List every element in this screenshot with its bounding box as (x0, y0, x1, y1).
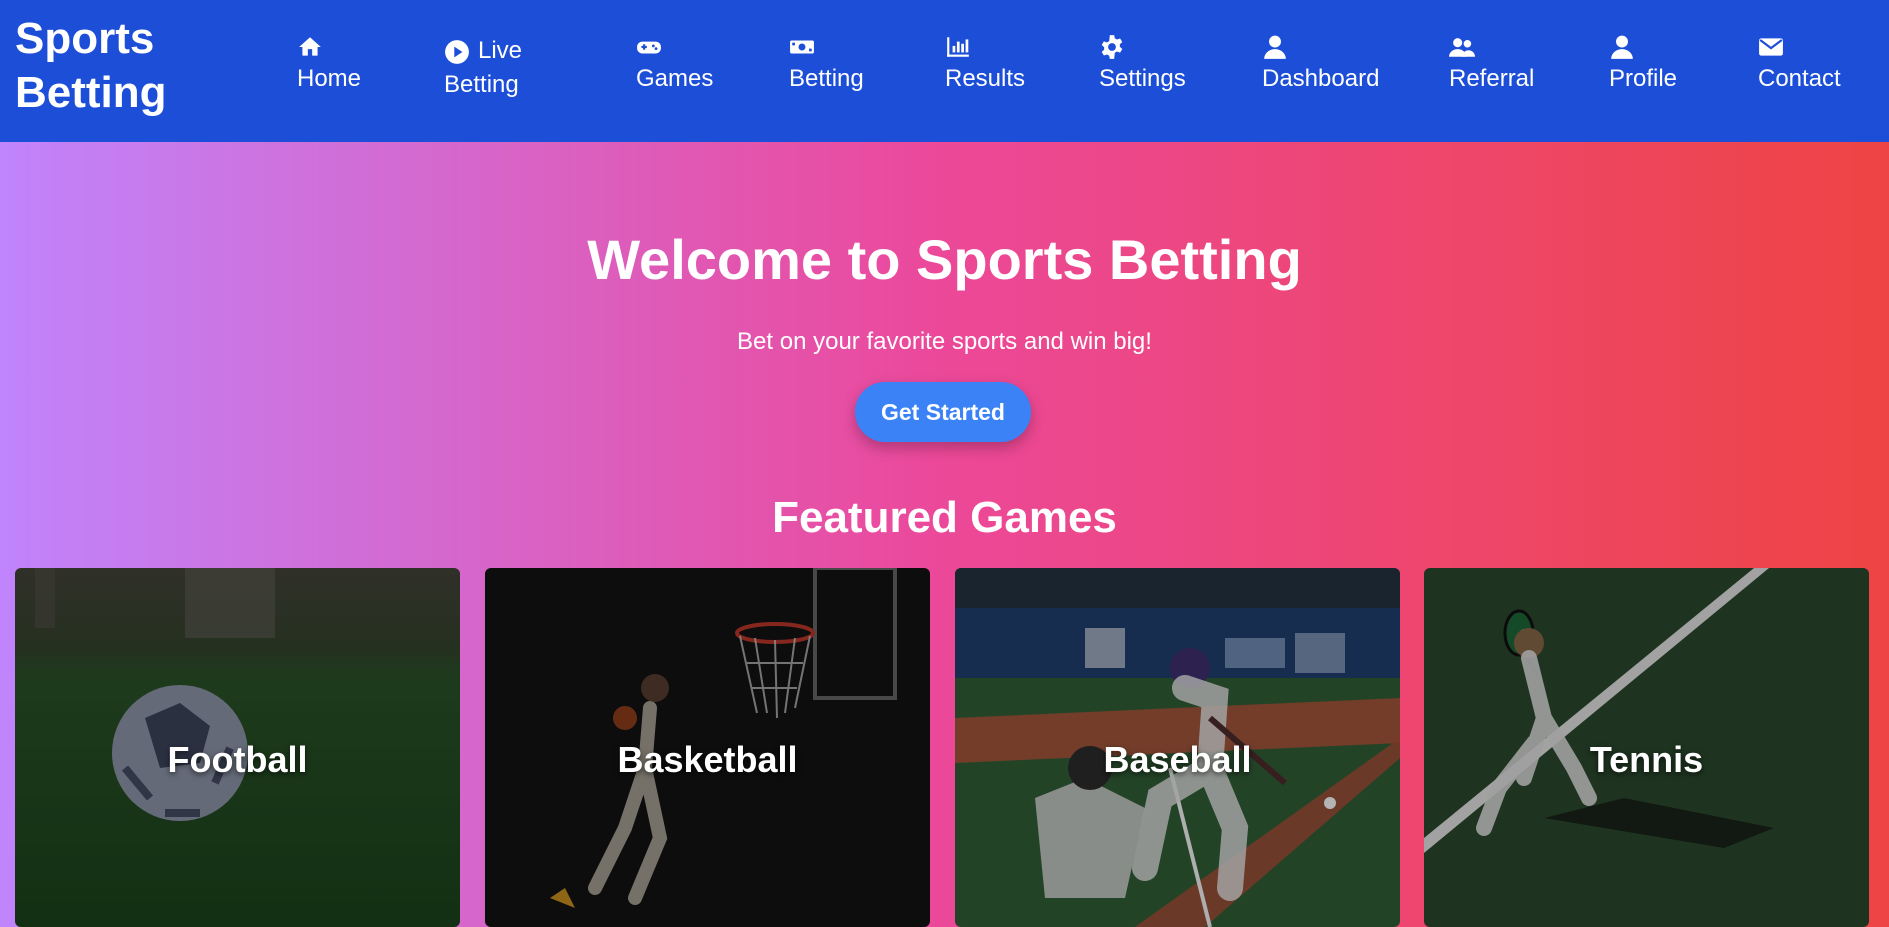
nav-label-referral: Referral (1449, 65, 1535, 92)
nav-label-contact: Contact (1758, 65, 1841, 92)
nav-item-contact[interactable]: Contact (1758, 34, 1841, 96)
card-label-basketball: Basketball (617, 739, 798, 780)
nav-label-live: Live (478, 37, 523, 64)
user-icon (1609, 34, 1635, 60)
play-circle-icon (444, 39, 470, 65)
game-card-baseball[interactable]: Baseball (955, 568, 1400, 927)
nav-item-settings[interactable]: Settings (1099, 34, 1186, 96)
nav-item-betting[interactable]: Betting (789, 34, 864, 96)
get-started-button[interactable]: Get Started (855, 382, 1031, 442)
card-label-baseball: Baseball (1103, 739, 1252, 780)
gamepad-icon (636, 34, 662, 60)
nav-label-betting-line: Betting (444, 71, 519, 98)
gear-icon (1099, 34, 1125, 60)
user-icon (1262, 34, 1288, 60)
money-bill-icon (789, 34, 815, 60)
card-label-football: Football (167, 739, 308, 780)
navbar: Sports Betting Home Live Betting Games B… (0, 0, 1889, 142)
nav-item-live-betting[interactable]: Live Betting (444, 34, 522, 102)
nav-item-results[interactable]: Results (945, 34, 1025, 96)
hero-title: Welcome to Sports Betting (587, 228, 1302, 291)
nav-label-results: Results (945, 65, 1026, 92)
nav-item-games[interactable]: Games (636, 34, 713, 96)
bar-chart-icon (945, 34, 971, 60)
card-label-tennis: Tennis (1589, 739, 1704, 780)
nav-item-dashboard[interactable]: Dashboard (1262, 34, 1379, 96)
nav-label-profile: Profile (1609, 65, 1678, 92)
nav-label-dashboard: Dashboard (1262, 65, 1380, 92)
home-icon (297, 34, 323, 60)
nav-item-referral[interactable]: Referral (1449, 34, 1534, 96)
game-card-football[interactable]: Football (15, 568, 460, 927)
nav-item-profile[interactable]: Profile (1609, 34, 1677, 96)
brand-title[interactable]: Sports Betting (15, 12, 205, 120)
nav-label-games: Games (636, 65, 714, 92)
users-icon (1449, 34, 1475, 60)
nav-item-home[interactable]: Home (297, 34, 361, 96)
envelope-icon (1758, 34, 1784, 60)
featured-games-title: Featured Games (772, 493, 1117, 542)
nav-label-settings: Settings (1099, 65, 1186, 92)
nav-label-home: Home (297, 65, 362, 92)
hero-subtitle: Bet on your favorite sports and win big! (737, 328, 1152, 355)
game-card-tennis[interactable]: Tennis (1424, 568, 1869, 927)
game-card-basketball[interactable]: Basketball (485, 568, 930, 927)
nav-label-betting: Betting (789, 65, 864, 92)
